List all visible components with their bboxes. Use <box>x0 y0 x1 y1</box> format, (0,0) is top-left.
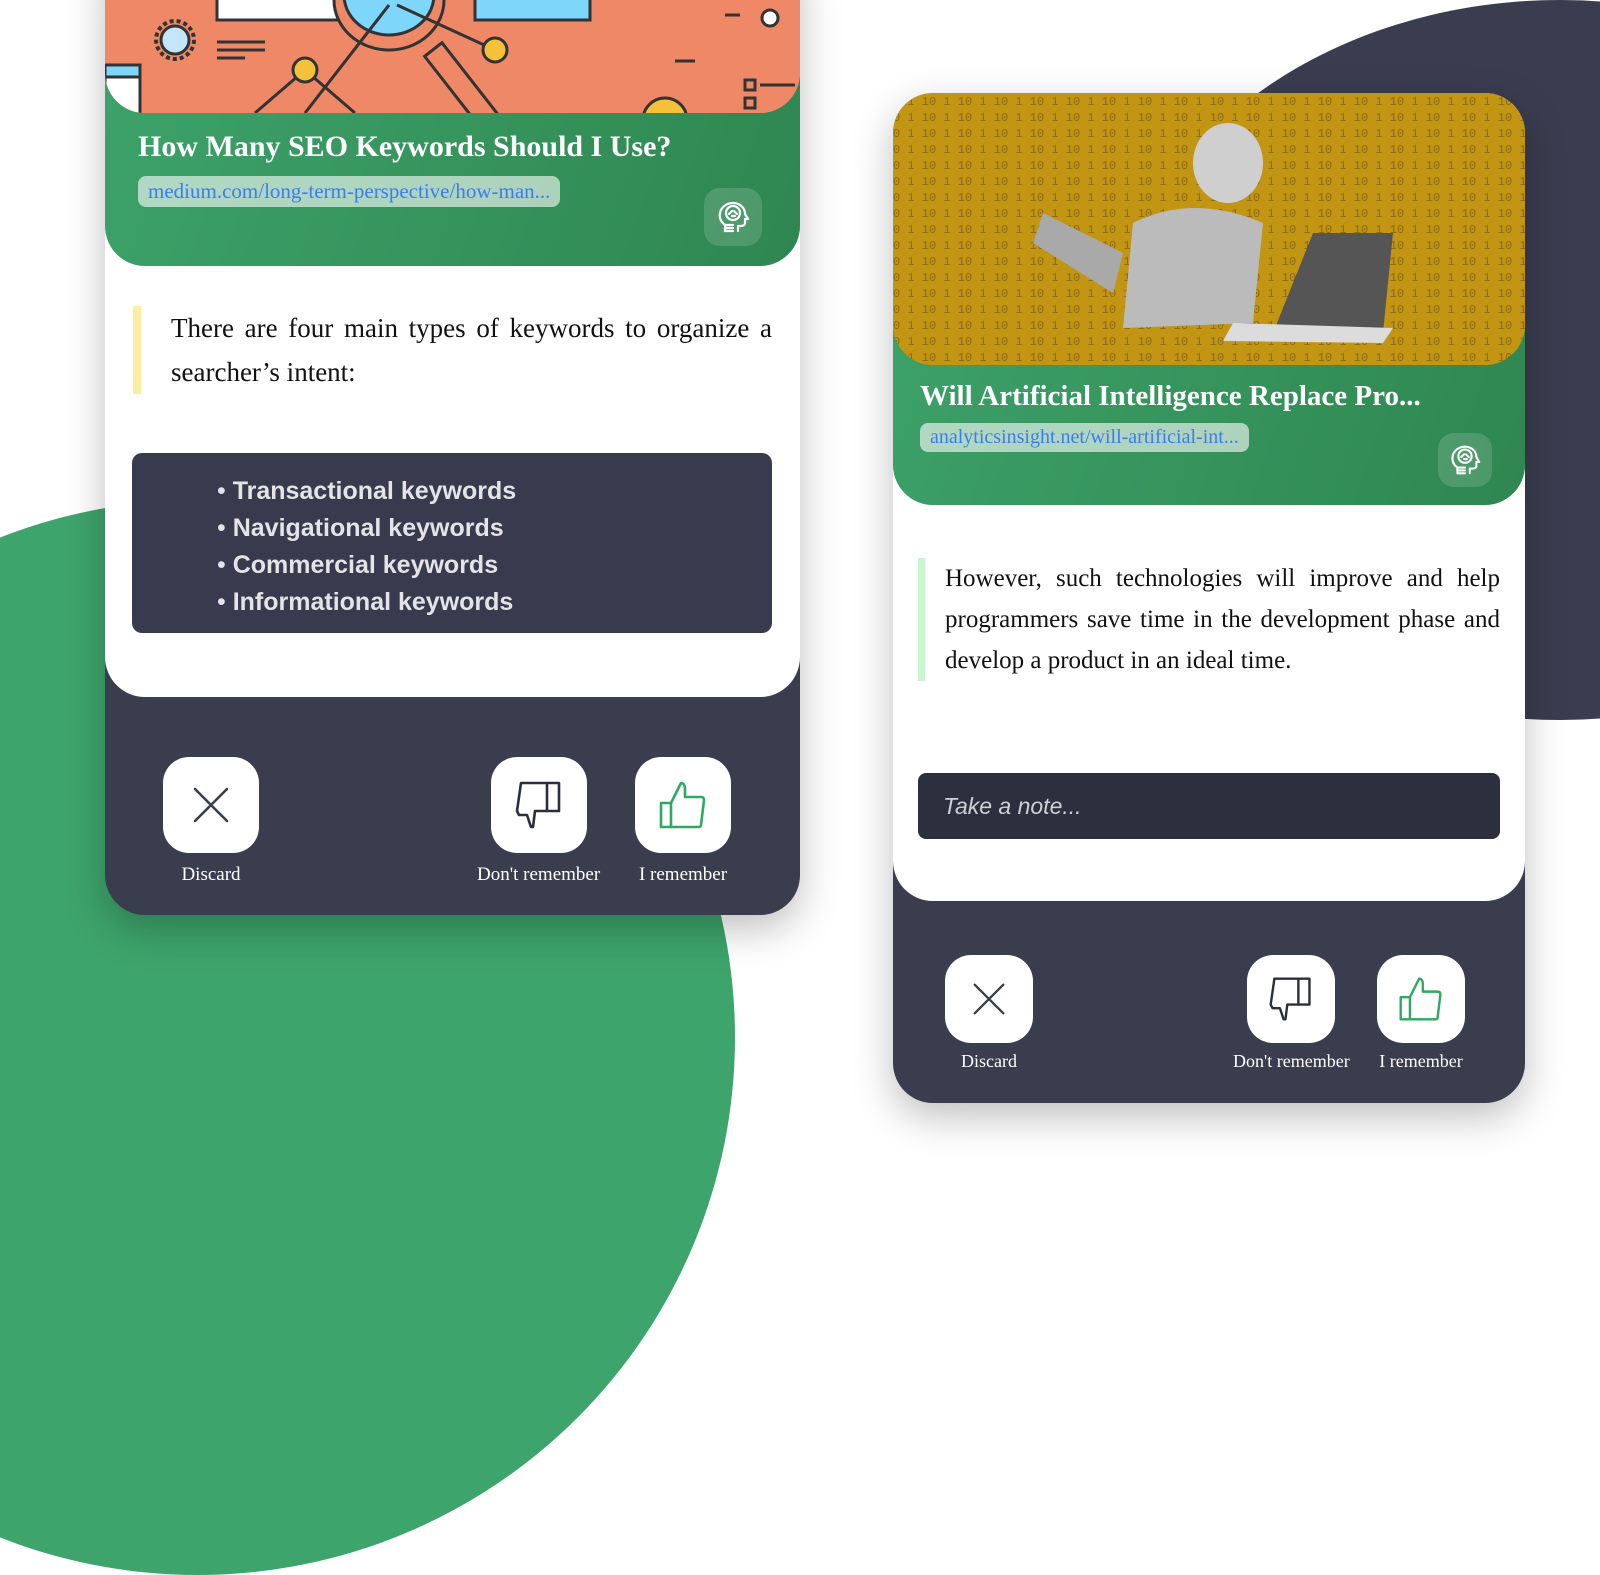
source-link[interactable]: analyticsinsight.net/will-artificial-int… <box>920 423 1249 452</box>
remember-button[interactable] <box>635 757 731 853</box>
remember-button[interactable] <box>1377 955 1465 1043</box>
discard-label: Discard <box>181 864 241 885</box>
thumbs-up-icon <box>659 781 706 829</box>
card-body: How Many SEO Keywords Should I Use? medi… <box>105 0 800 697</box>
keyword-list-box: Transactional keywords Navigational keyw… <box>132 453 772 633</box>
discard-button[interactable] <box>945 955 1033 1043</box>
highlighted-quote: There are four main types of keywords to… <box>133 306 772 394</box>
remember-label: I remember <box>638 864 728 885</box>
close-icon <box>193 787 229 823</box>
dont-remember-action: Don't remember <box>477 757 600 886</box>
discard-label: Discard <box>961 1051 1017 1071</box>
flashcard-seo: How Many SEO Keywords Should I Use? medi… <box>105 0 800 915</box>
remember-action: I remember <box>1377 955 1465 1072</box>
source-link[interactable]: medium.com/long-term-perspective/how-man… <box>138 176 561 207</box>
thumbs-up-icon <box>1399 977 1442 1021</box>
discard-button[interactable] <box>163 757 259 853</box>
hero-image-robot: 0 1 1 0 <box>893 93 1525 365</box>
card-title: How Many SEO Keywords Should I Use? <box>138 130 672 163</box>
card-body: 0 1 1 0 Will Artificial Intelligence Rep… <box>893 93 1525 901</box>
keyword-item: Commercial keywords <box>217 547 772 584</box>
dont-remember-button[interactable] <box>490 757 587 853</box>
close-icon <box>973 983 1005 1015</box>
discard-action: Discard <box>163 757 259 886</box>
flashcard-ai: 0 1 1 0 Will Artificial Intelligence Rep… <box>893 93 1525 1103</box>
thumbs-down-icon <box>515 781 560 829</box>
brain-head-icon[interactable] <box>1438 433 1492 487</box>
thumbs-down-icon <box>1269 977 1312 1021</box>
dont-remember-label: Don't remember <box>1233 1051 1350 1071</box>
card-header: How Many SEO Keywords Should I Use? medi… <box>105 0 800 266</box>
remember-action: I remember <box>635 757 731 886</box>
highlighted-quote: However, such technologies will improve … <box>918 558 1500 681</box>
dont-remember-label: Don't remember <box>477 864 601 885</box>
dont-remember-action: Don't remember <box>1233 955 1350 1072</box>
discard-action: Discard <box>945 955 1033 1072</box>
keyword-item: Navigational keywords <box>217 510 772 547</box>
remember-label: I remember <box>1379 1051 1463 1071</box>
hero-image-seo <box>105 0 800 113</box>
keyword-item: Transactional keywords <box>217 473 772 510</box>
card-title: Will Artificial Intelligence Replace Pro… <box>920 380 1421 412</box>
brain-head-icon[interactable] <box>704 188 762 246</box>
note-input[interactable] <box>918 773 1500 839</box>
card-header: 0 1 1 0 Will Artificial Intelligence Rep… <box>893 93 1525 505</box>
dont-remember-button[interactable] <box>1247 955 1336 1043</box>
keyword-item: Informational keywords <box>217 584 772 621</box>
